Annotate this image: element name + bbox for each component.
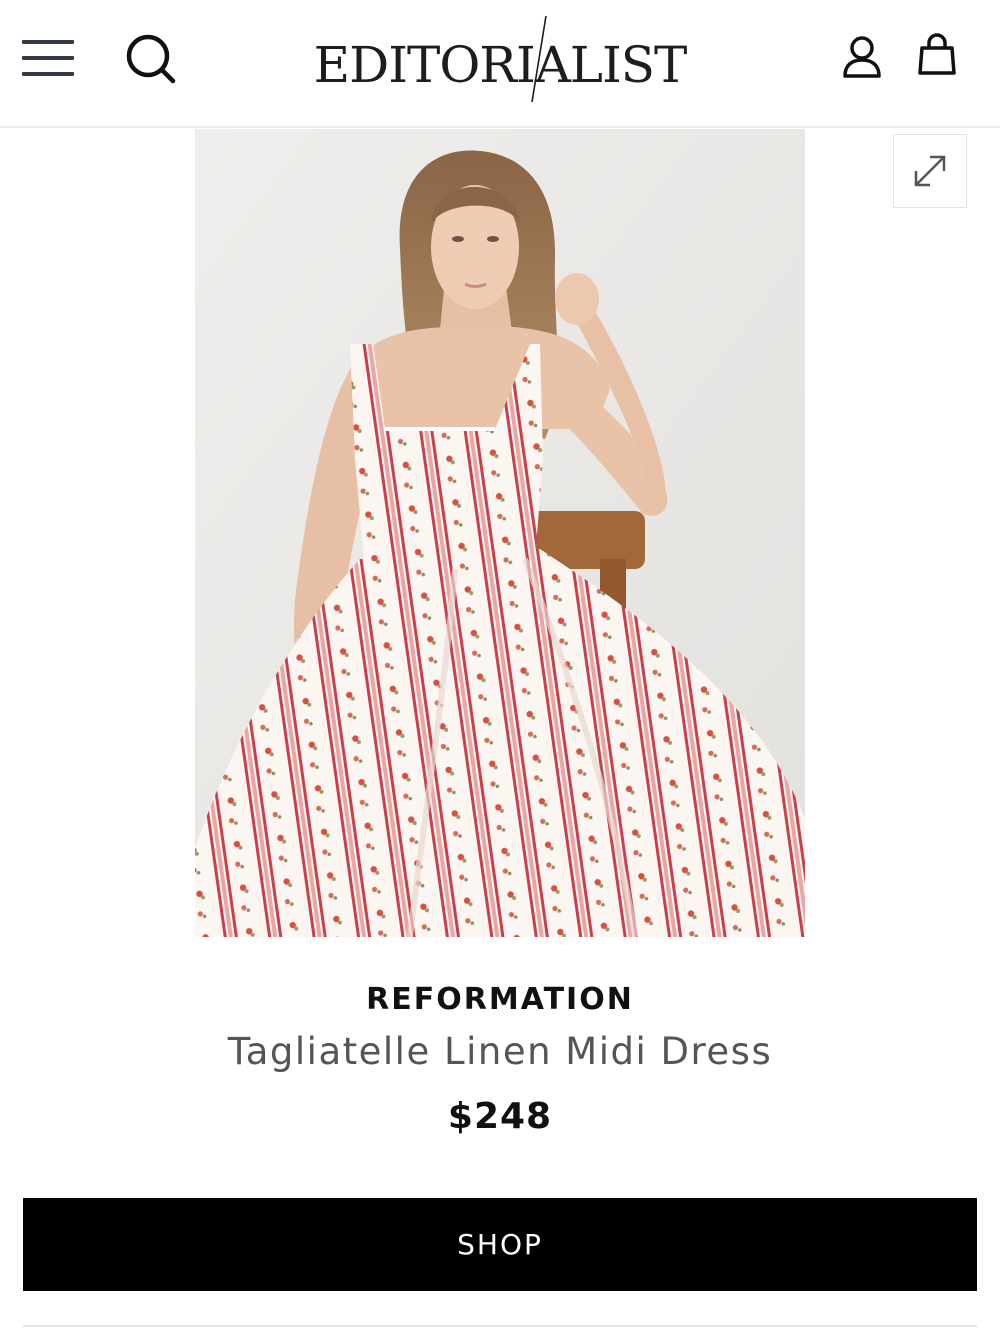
product-brand[interactable]: REFORMATION <box>0 982 1000 1017</box>
logo-slash-mark <box>531 16 547 102</box>
shop-button[interactable]: SHOP <box>23 1198 977 1291</box>
product-photo[interactable] <box>195 129 805 937</box>
product-price: $248 <box>447 1096 553 1137</box>
product-name[interactable]: Tagliatelle Linen Midi Dress <box>0 1030 1000 1073</box>
divider <box>23 1325 977 1327</box>
search-icon[interactable] <box>124 32 180 88</box>
site-header: EDITORIALIST <box>0 0 1000 128</box>
user-icon[interactable] <box>840 34 884 82</box>
expand-icon[interactable] <box>893 134 967 208</box>
logo-text: EDITORIALIST <box>313 36 688 94</box>
site-logo[interactable]: EDITORIALIST <box>300 14 700 104</box>
shopping-bag-icon[interactable] <box>914 32 960 80</box>
hamburger-menu-icon[interactable] <box>22 38 76 80</box>
